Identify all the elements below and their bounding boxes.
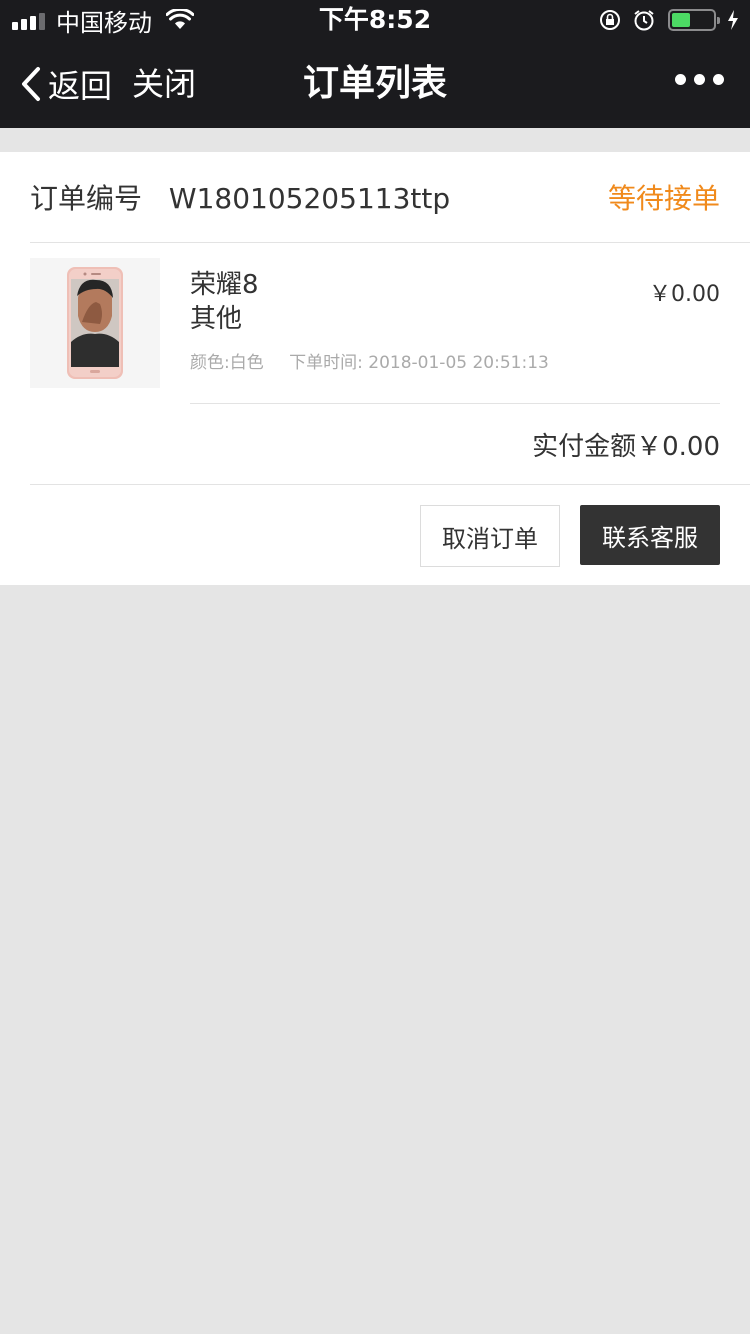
cancel-order-button[interactable]: 取消订单	[420, 505, 560, 567]
alarm-icon	[634, 10, 654, 31]
product-meta: 颜色:白色 下单时间: 2018-01-05 20:51:13	[190, 348, 549, 373]
product-price: ￥0.00	[649, 282, 720, 307]
charging-icon	[728, 10, 738, 30]
header-divider	[30, 242, 750, 243]
paid-amount: ￥0.00	[636, 432, 720, 462]
order-number-value: W180105205113ttp	[168, 182, 451, 215]
order-header: 订单编号 W180105205113ttp 等待接单	[30, 152, 720, 242]
back-button[interactable]: 返回	[20, 40, 112, 128]
close-button[interactable]: 关闭	[132, 40, 196, 128]
order-status: 等待接单	[607, 182, 720, 215]
chevron-left-icon	[22, 67, 40, 101]
contact-service-button[interactable]: 联系客服	[580, 505, 720, 565]
product-divider	[190, 403, 720, 404]
product-image[interactable]	[30, 258, 160, 388]
nav-bar: 返回 关闭 订单列表	[0, 40, 750, 128]
battery-tip	[717, 17, 720, 24]
more-icon[interactable]	[667, 74, 724, 85]
rotation-lock-icon	[600, 10, 620, 30]
paid-label: 实付金额	[532, 432, 637, 462]
product-name[interactable]: 荣耀8	[190, 264, 259, 301]
product-spec: 其他	[190, 304, 243, 334]
paid-divider	[30, 484, 750, 485]
status-right	[588, 0, 740, 40]
phone-photo	[67, 267, 123, 379]
back-label: 返回	[48, 67, 113, 105]
product-color: 颜色:白色	[190, 353, 264, 373]
order-time-value: 2018-01-05 20:51:13	[368, 353, 549, 373]
order-number: 订单编号 W180105205113ttp	[30, 177, 450, 217]
battery-icon	[668, 9, 720, 31]
order-time-label: 下单时间:	[289, 353, 363, 373]
paid-amount-row: 实付金额￥0.00	[532, 426, 720, 463]
order-card: 订单编号 W180105205113ttp 等待接单 荣耀8 其他 ￥0.00 …	[0, 152, 750, 585]
battery-level	[672, 13, 690, 27]
status-bar: 中国移动 下午8:52	[0, 0, 750, 40]
order-number-label: 订单编号	[30, 182, 143, 215]
page-title: 订单列表	[302, 63, 447, 104]
